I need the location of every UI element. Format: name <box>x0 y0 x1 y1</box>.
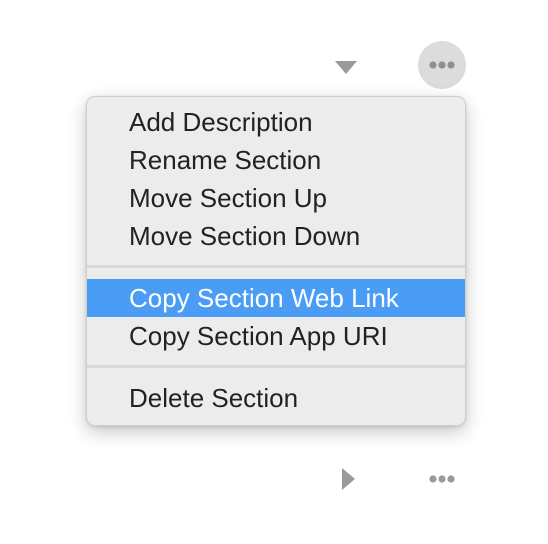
menu-item-copy-section-app-uri[interactable]: Copy Section App URI <box>87 317 465 355</box>
section-more-button-bottom[interactable] <box>420 462 464 496</box>
page: Add Description Rename Section Move Sect… <box>0 0 548 544</box>
menu-item-rename-section[interactable]: Rename Section <box>87 141 465 179</box>
ellipsis-icon <box>429 61 455 69</box>
menu-item-copy-section-web-link[interactable]: Copy Section Web Link <box>87 279 465 317</box>
menu-separator <box>87 365 465 368</box>
chevron-down-icon <box>335 61 357 74</box>
collapse-section-button[interactable] <box>331 57 361 79</box>
menu-item-move-section-up[interactable]: Move Section Up <box>87 179 465 217</box>
chevron-right-icon <box>342 468 355 490</box>
section-more-button[interactable] <box>418 41 466 89</box>
ellipsis-icon <box>429 475 455 483</box>
section-context-menu: Add Description Rename Section Move Sect… <box>86 96 466 426</box>
menu-separator <box>87 265 465 268</box>
menu-item-move-section-down[interactable]: Move Section Down <box>87 217 465 255</box>
expand-section-button[interactable] <box>337 464 359 494</box>
menu-item-delete-section[interactable]: Delete Section <box>87 379 465 417</box>
menu-item-add-description[interactable]: Add Description <box>87 103 465 141</box>
